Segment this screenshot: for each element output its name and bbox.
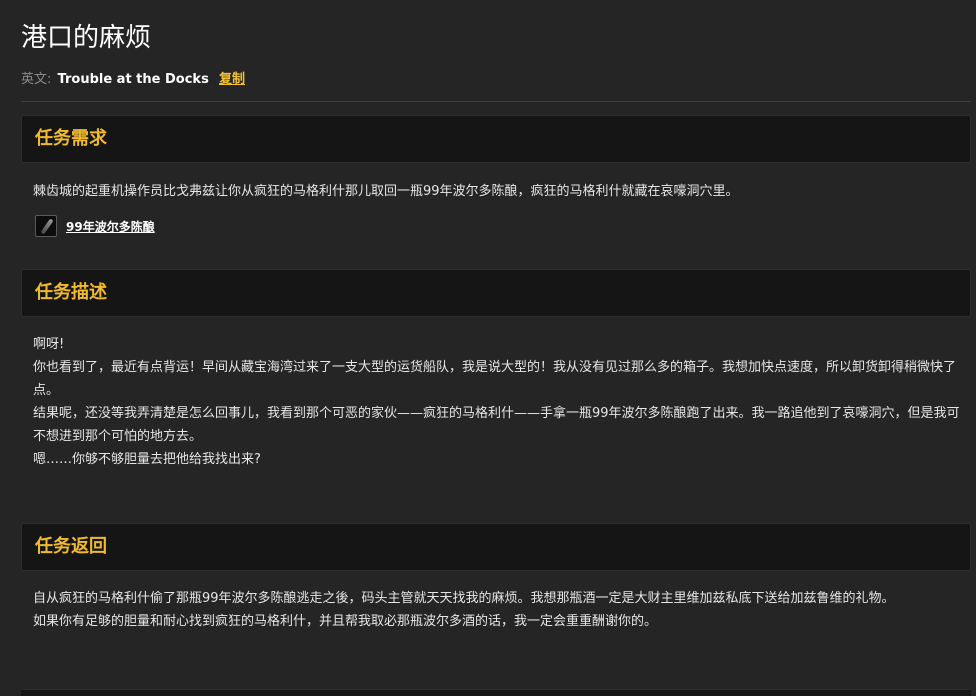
requirements-header: 任务需求 <box>21 115 971 163</box>
bottle-icon <box>35 215 57 237</box>
reward-title: 任务返回 <box>35 536 107 557</box>
copy-button[interactable]: 复制 <box>219 72 245 87</box>
page-title: 港口的麻烦 <box>21 23 152 53</box>
description-line: 结果呢，还没等我弄清楚是怎么回事儿，我看到那个可恶的家伙——疯狂的马格利什——手… <box>33 406 960 444</box>
description-line: 啊呀! <box>33 337 65 352</box>
required-item[interactable]: 99年波尔多陈酿 <box>35 213 155 239</box>
english-label: 英文: <box>21 72 52 87</box>
quest-page: 港口的麻烦 英文: Trouble at the Docks 复制 任务需求 棘… <box>0 0 976 696</box>
description-line: 嗯……你够不够胆量去把他给我找出来? <box>33 452 261 467</box>
requirements-title: 任务需求 <box>35 128 107 149</box>
reward-header: 任务返回 <box>21 523 971 571</box>
reward-line: 自从疯狂的马格利什偷了那瓶99年波尔多陈酿逃走之後，码头主管就天天找我的麻烦。我… <box>33 591 895 606</box>
description-title: 任务描述 <box>35 282 107 303</box>
reward-body: 自从疯狂的马格利什偷了那瓶99年波尔多陈酿逃走之後，码头主管就天天找我的麻烦。我… <box>33 587 962 633</box>
reward-line: 如果你有足够的胆量和耐心找到疯狂的马格利什，并且帮我取必那瓶波尔多酒的话，我一定… <box>33 614 658 629</box>
english-name-row: 英文: Trouble at the Docks 复制 <box>21 70 245 90</box>
requirements-text: 棘齿城的起重机操作员比戈弗兹让你从疯狂的马格利什那儿取回一瓶99年波尔多陈酿，疯… <box>33 184 739 199</box>
requirements-body: 棘齿城的起重机操作员比戈弗兹让你从疯狂的马格利什那儿取回一瓶99年波尔多陈酿，疯… <box>33 180 962 203</box>
description-header: 任务描述 <box>21 269 971 317</box>
required-item-link[interactable]: 99年波尔多陈酿 <box>66 218 155 235</box>
description-body: 啊呀! 你也看到了，最近有点背运！早间从藏宝海湾过来了一支大型的运货船队，我是说… <box>33 333 962 471</box>
description-line: 你也看到了，最近有点背运！早间从藏宝海湾过来了一支大型的运货船队，我是说大型的！… <box>33 360 957 398</box>
english-name: Trouble at the Docks <box>57 72 209 87</box>
title-divider <box>21 101 971 102</box>
